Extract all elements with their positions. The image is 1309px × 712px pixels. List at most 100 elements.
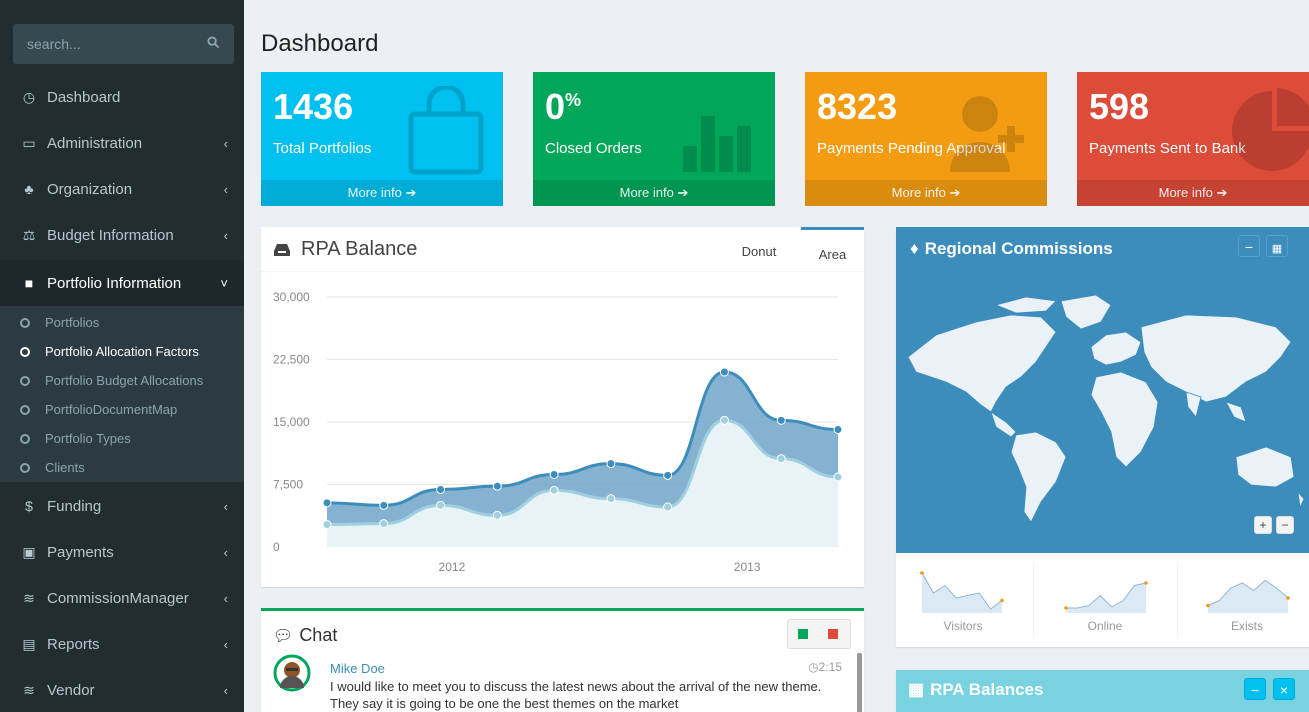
submenu-label: Portfolio Types <box>45 431 131 446</box>
tile-total-portfolios: 1436 Total Portfolios More info ➔ <box>261 72 503 206</box>
data-point <box>776 454 786 464</box>
data-point <box>833 472 843 482</box>
submenu-label: Portfolio Budget Allocations <box>45 373 204 388</box>
y-tick-label: 30,000 <box>273 290 310 304</box>
grid-icon: ▦ <box>908 680 925 699</box>
divider <box>1177 563 1178 637</box>
search-placeholder: search... <box>27 36 81 52</box>
sparkline-label-visitors: Visitors <box>943 619 983 633</box>
data-point <box>379 500 389 510</box>
data-point <box>606 494 616 504</box>
tab-area[interactable]: Area <box>801 227 864 271</box>
close-button[interactable]: × <box>1273 678 1295 700</box>
sidebar-item-payments[interactable]: ▣ Payments ‹ <box>0 529 244 575</box>
collapse-button[interactable]: − <box>1244 678 1266 700</box>
tile-value: 1436 <box>273 86 354 127</box>
submenu-item-portfolios[interactable]: Portfolios <box>20 308 99 337</box>
circle-icon <box>20 375 30 386</box>
chat-text: I would like to meet you to discuss the … <box>330 679 822 711</box>
comments-icon: 💬︎ <box>273 627 294 645</box>
data-point <box>436 500 446 510</box>
avatar <box>273 654 311 692</box>
y-tick-label: 0 <box>273 540 280 554</box>
data-point <box>719 367 729 377</box>
sidebar-item-organization[interactable]: ♣ Organization ‹ <box>0 166 244 212</box>
sidebar-item-portfolio-information[interactable]: ■ Portfolio Information ˅ <box>0 260 244 306</box>
sidebar-item-label: Portfolio Information <box>47 274 182 292</box>
shopping-bag-icon <box>408 86 484 175</box>
sidebar-item-funding[interactable]: $ Funding ‹ <box>0 483 244 529</box>
pie-chart-icon <box>1232 88 1309 171</box>
briefcase-icon: ■ <box>24 275 34 291</box>
submenu-label: PortfolioDocumentMap <box>45 402 178 417</box>
x-tick-label: 2013 <box>734 560 761 574</box>
panel-title: RPA Balance <box>273 238 417 261</box>
data-point <box>322 498 332 508</box>
sidebar: search... ◷ Dashboard ▭ Administration ‹… <box>0 0 244 712</box>
data-point <box>833 425 843 434</box>
chevron-left-icon: ‹ <box>223 683 228 698</box>
circle-icon <box>20 404 30 415</box>
search-icon <box>207 36 220 49</box>
submenu-label: Clients <box>45 460 85 475</box>
submenu-item-portfolio-allocation-factors[interactable]: Portfolio Allocation Factors <box>20 337 199 366</box>
tab-donut[interactable]: Donut <box>717 227 801 271</box>
sparkline-label-exists: Exists <box>1230 619 1263 633</box>
sparkline-point <box>1144 581 1148 585</box>
scrollbar[interactable] <box>857 653 862 712</box>
zoom-out-button[interactable]: − <box>1276 516 1294 534</box>
tile-value: 8323 <box>817 86 898 127</box>
tile-more-info-link[interactable]: More info ➔ <box>805 180 1047 206</box>
collapse-button[interactable]: − <box>1238 235 1260 257</box>
submenu-item-portfolio-types[interactable]: Portfolio Types <box>20 424 131 453</box>
data-point <box>549 485 559 495</box>
calendar-button[interactable]: ▦ <box>1266 235 1288 257</box>
rpa-area-chart: 30,000 22,500 15,000 7,500 0 2012 2013 <box>273 290 843 574</box>
submenu-item-portfoliodocumentmap[interactable]: PortfolioDocumentMap <box>20 395 177 424</box>
online-status-button[interactable] <box>798 629 808 639</box>
page-title: Dashboard <box>261 30 379 57</box>
chevron-left-icon: ‹ <box>223 591 228 606</box>
sidebar-item-label: Organization <box>47 180 133 198</box>
submenu-item-portfolio-budget-allocations[interactable]: Portfolio Budget Allocations <box>20 366 203 395</box>
newspaper-icon: ▤ <box>22 635 36 652</box>
data-point <box>436 485 446 494</box>
chat-author[interactable]: Mike Doe <box>330 661 385 676</box>
tile-more-info-link[interactable]: More info ➔ <box>533 180 775 206</box>
map-marker-icon: ♦ <box>910 239 919 258</box>
submenu-label: Portfolios <box>45 315 100 330</box>
money-icon: ▣ <box>22 543 36 560</box>
tile-closed-orders: 0% Closed Orders More info ➔ <box>533 72 775 206</box>
clock-icon: ◷ <box>808 660 819 674</box>
bar-chart-icon <box>683 116 751 172</box>
sidebar-item-label: Vendor <box>47 681 95 699</box>
sidebar-item-label: CommissionManager <box>47 589 189 607</box>
sidebar-item-reports[interactable]: ▤ Reports ‹ <box>0 621 244 667</box>
chevron-left-icon: ‹ <box>223 637 228 652</box>
sparkline-point <box>1000 598 1004 603</box>
sparkline-area <box>1066 583 1146 613</box>
chevron-down-icon: ˅ <box>220 276 228 291</box>
tile-more-info-link[interactable]: More info ➔ <box>261 180 503 206</box>
data-point <box>663 470 673 480</box>
sidebar-item-commissionmanager[interactable]: ≋ CommissionManager ‹ <box>0 575 244 621</box>
search-input[interactable]: search... <box>13 24 234 64</box>
data-point <box>379 519 389 529</box>
chevron-left-icon: ‹ <box>223 136 228 151</box>
regional-commissions-panel: ♦ Regional Commissions − ▦ + − <box>896 227 1309 553</box>
offline-status-button[interactable] <box>828 629 838 639</box>
tile-more-info-link[interactable]: More info ➔ <box>1077 180 1309 206</box>
sidebar-item-vendor[interactable]: ≋ Vendor ‹ <box>0 667 244 712</box>
sidebar-item-administration[interactable]: ▭ Administration ‹ <box>0 120 244 166</box>
arrow-circle-right-icon: ➔ <box>949 185 961 200</box>
zoom-in-button[interactable]: + <box>1254 516 1272 534</box>
panel-title: ▦ RPA Balances <box>908 680 1044 699</box>
monitor-icon: ▭ <box>22 134 36 151</box>
chat-panel: 💬︎ Chat Mike Doe ◷2:15 I would like to m… <box>261 608 864 712</box>
data-point <box>663 502 673 512</box>
data-point <box>492 481 502 491</box>
submenu-item-clients[interactable]: Clients <box>20 453 85 482</box>
sidebar-item-budget-information[interactable]: ⚖ Budget Information ‹ <box>0 212 244 258</box>
sidebar-item-label: Budget Information <box>47 226 174 244</box>
sidebar-item-dashboard[interactable]: ◷ Dashboard <box>0 74 244 120</box>
